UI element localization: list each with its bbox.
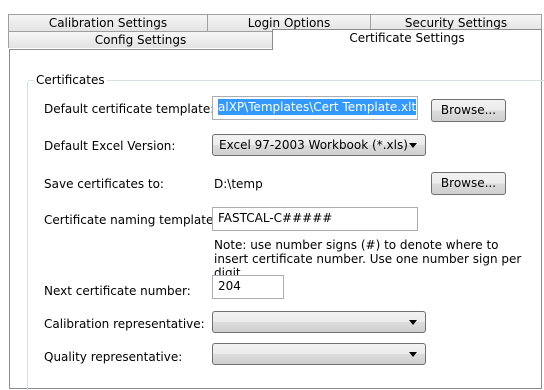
save-label: Save certificates to:: [44, 177, 164, 191]
tab-calibration-settings[interactable]: Calibration Settings: [8, 14, 208, 31]
template-input[interactable]: alXP\Templates\Cert Template.xlt: [212, 96, 418, 120]
next-number-label: Next certificate number:: [44, 284, 191, 298]
chevron-down-icon: [409, 352, 417, 357]
naming-template-label: Certificate naming template:: [44, 213, 218, 227]
template-browse-button[interactable]: Browse...: [431, 99, 506, 122]
excel-version-label: Default Excel Version:: [44, 139, 176, 153]
quality-rep-select[interactable]: [212, 343, 426, 365]
save-browse-button[interactable]: Browse...: [431, 172, 506, 195]
chevron-down-icon: [409, 320, 417, 325]
tab-certificate-settings[interactable]: Certificate Settings: [272, 29, 542, 50]
tab-config-settings[interactable]: Config Settings: [8, 31, 273, 48]
quality-rep-label: Quality representative:: [44, 350, 183, 364]
chevron-down-icon: [409, 143, 417, 148]
naming-template-input[interactable]: FASTCAL-C#####: [212, 207, 418, 231]
save-path-value: D:\temp: [214, 177, 263, 191]
template-label: Default certificate template:: [44, 102, 215, 116]
naming-note: Note: use number signs (#) to denote whe…: [214, 238, 522, 280]
template-value: alXP\Templates\Cert Template.xlt: [218, 99, 417, 115]
calibration-rep-label: Calibration representative:: [44, 317, 205, 331]
excel-version-select[interactable]: Excel 97-2003 Workbook (*.xls): [212, 134, 426, 156]
tab-row-bottom: Config Settings Certificate Settings: [8, 29, 542, 50]
excel-version-value: Excel 97-2003 Workbook (*.xls): [219, 138, 408, 152]
next-number-input[interactable]: 204: [212, 275, 284, 299]
groupbox-legend: Certificates: [34, 73, 107, 87]
calibration-rep-select[interactable]: [212, 311, 426, 333]
